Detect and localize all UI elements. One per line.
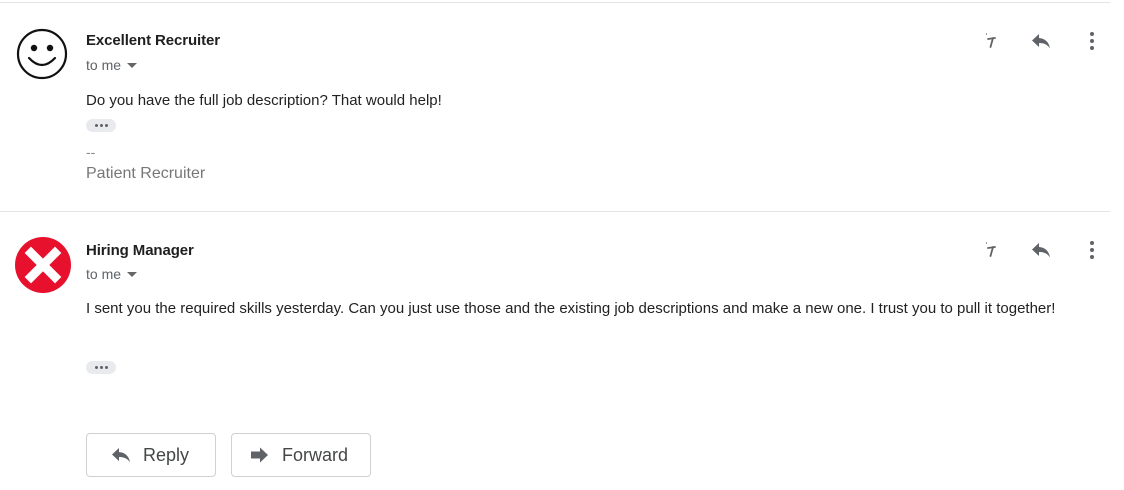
recipient-label: to me	[86, 57, 122, 73]
more-vertical-icon[interactable]	[1080, 238, 1104, 262]
reply-button[interactable]: Reply	[86, 433, 216, 477]
sender-name: Excellent Recruiter	[86, 32, 220, 49]
caret-down-icon	[127, 63, 138, 68]
emoji-react-icon[interactable]	[980, 238, 1004, 262]
forward-arrow-icon	[248, 443, 272, 467]
red-x-icon	[14, 236, 71, 293]
reply-label: Reply	[143, 444, 190, 465]
signature-dashes: --	[86, 144, 96, 160]
emoji-react-icon[interactable]	[980, 29, 1004, 53]
email-thread: Excellent Recruiter to me Do you have th…	[0, 0, 1124, 490]
message-body: I sent you the required skills yesterday…	[86, 300, 1056, 317]
smiley-face-icon	[14, 26, 70, 82]
forward-button[interactable]: Forward	[231, 433, 371, 477]
signature-name: Patient Recruiter	[86, 165, 206, 182]
sender-name: Hiring Manager	[86, 242, 194, 259]
message-actions	[980, 29, 1110, 53]
reply-arrow-icon[interactable]	[1029, 29, 1053, 53]
reply-arrow-icon[interactable]	[1029, 238, 1053, 262]
message-excellent-recruiter: Excellent Recruiter to me Do you have th…	[0, 0, 1124, 210]
reply-arrow-icon	[109, 443, 133, 467]
message-actions	[980, 238, 1110, 262]
caret-down-icon	[127, 272, 138, 277]
ellipsis-icon[interactable]	[86, 361, 116, 374]
more-vertical-icon[interactable]	[1080, 29, 1104, 53]
recipient-dropdown[interactable]: to me	[86, 57, 138, 73]
recipient-label: to me	[86, 266, 122, 282]
ellipsis-icon[interactable]	[86, 119, 116, 132]
message-hiring-manager: Hiring Manager to me I sent you the requ…	[0, 212, 1124, 412]
forward-label: Forward	[282, 444, 349, 465]
message-body: Do you have the full job description? Th…	[86, 92, 442, 109]
recipient-dropdown[interactable]: to me	[86, 266, 138, 282]
